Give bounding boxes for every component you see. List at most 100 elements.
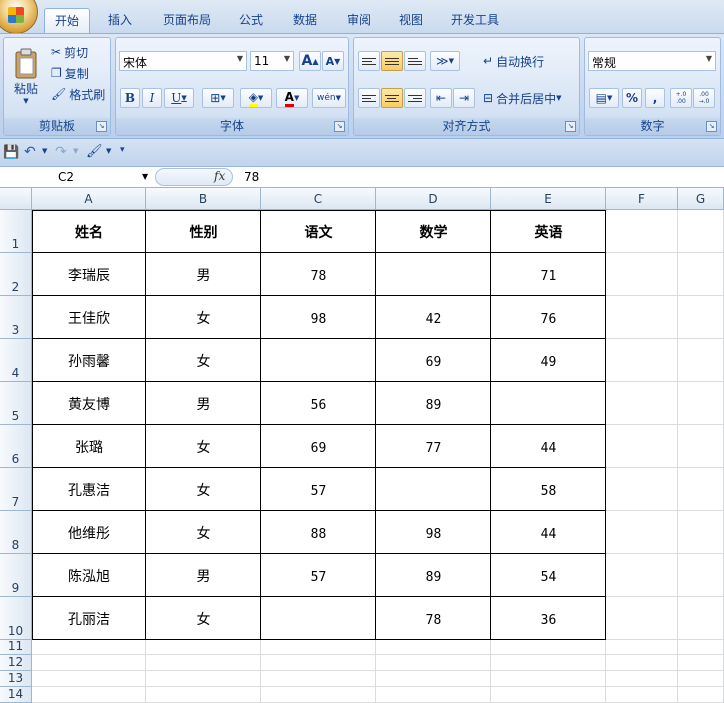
table-cell[interactable]: 44	[491, 511, 606, 554]
underline-button[interactable]: U ▼	[164, 88, 194, 108]
grow-font-button[interactable]: A ▲	[299, 51, 321, 71]
font-color-button[interactable]: A ▼	[276, 88, 308, 108]
tab-page-layout[interactable]: 页面布局	[152, 8, 222, 34]
alignment-launcher-icon[interactable]: ↘	[565, 121, 576, 132]
paste-button[interactable]: 粘贴 ▼	[7, 42, 45, 110]
undo-icon[interactable]: ↶	[24, 144, 36, 160]
column-header[interactable]: B	[146, 188, 261, 210]
table-cell[interactable]	[261, 597, 376, 640]
align-left-button[interactable]	[358, 88, 380, 108]
wrap-text-button[interactable]: ↵ 自动换行	[482, 51, 577, 71]
table-cell[interactable]: 57	[261, 468, 376, 511]
column-header[interactable]: E	[491, 188, 606, 210]
table-cell[interactable]: 女	[146, 597, 261, 640]
insert-function-icon[interactable]: fx	[214, 169, 225, 183]
office-button[interactable]	[0, 0, 38, 34]
bold-button[interactable]: B	[120, 88, 140, 108]
column-header[interactable]: G	[678, 188, 724, 210]
table-cell[interactable]: 88	[261, 511, 376, 554]
align-middle-button[interactable]	[381, 51, 403, 71]
font-launcher-icon[interactable]: ↘	[334, 121, 345, 132]
formula-input[interactable]: 78	[244, 170, 259, 184]
table-header-cell[interactable]: 数学	[376, 210, 491, 253]
row-header[interactable]: 7	[0, 468, 32, 511]
table-cell[interactable]: 36	[491, 597, 606, 640]
table-cell[interactable]: 77	[376, 425, 491, 468]
tab-developer[interactable]: 开发工具	[442, 8, 508, 34]
format-painter-button[interactable]: 🖌 格式刷	[50, 85, 108, 103]
table-cell[interactable]: 张璐	[32, 425, 146, 468]
chevron-down-icon[interactable]: ▼	[142, 172, 148, 181]
format-painter-qat-icon[interactable]: 🖌	[86, 144, 103, 159]
accounting-format-button[interactable]: ▤ ▼	[589, 88, 619, 108]
comma-button[interactable]: ,	[645, 88, 665, 108]
table-header-cell[interactable]: 英语	[491, 210, 606, 253]
table-cell[interactable]	[261, 339, 376, 382]
decrease-decimal-button[interactable]: .00 →.0	[693, 88, 715, 108]
align-bottom-button[interactable]	[404, 51, 426, 71]
table-cell[interactable]	[376, 253, 491, 296]
percent-button[interactable]: %	[622, 88, 642, 108]
column-header[interactable]: A	[32, 188, 146, 210]
copy-button[interactable]: ❐ 复制	[50, 64, 108, 82]
table-header-cell[interactable]: 语文	[261, 210, 376, 253]
save-icon[interactable]: 💾	[3, 145, 19, 160]
table-cell[interactable]: 女	[146, 511, 261, 554]
increase-indent-button[interactable]: ⇥	[453, 88, 475, 108]
row-header[interactable]: 1	[0, 210, 32, 253]
table-cell[interactable]: 李瑞辰	[32, 253, 146, 296]
row-header[interactable]: 11	[0, 639, 32, 655]
table-cell[interactable]: 陈泓旭	[32, 554, 146, 597]
row-header[interactable]: 5	[0, 382, 32, 425]
increase-decimal-button[interactable]: +.0 .00	[670, 88, 692, 108]
redo-dropdown-icon[interactable]: ▼	[73, 147, 78, 155]
table-cell[interactable]: 76	[491, 296, 606, 339]
table-cell[interactable]: 89	[376, 554, 491, 597]
cut-button[interactable]: ✂ 剪切	[50, 43, 108, 61]
table-cell[interactable]: 男	[146, 554, 261, 597]
tab-insert[interactable]: 插入	[96, 8, 144, 34]
row-header[interactable]: 13	[0, 671, 32, 687]
table-cell[interactable]: 56	[261, 382, 376, 425]
table-cell[interactable]: 他维彤	[32, 511, 146, 554]
table-cell[interactable]: 男	[146, 253, 261, 296]
undo-dropdown-icon[interactable]: ▼	[42, 147, 47, 155]
merge-center-button[interactable]: ⊟ 合并后居中 ▼	[482, 88, 577, 108]
table-cell[interactable]: 黄友博	[32, 382, 146, 425]
select-all-corner[interactable]	[0, 188, 32, 210]
align-top-button[interactable]	[358, 51, 380, 71]
tab-formulas[interactable]: 公式	[228, 8, 274, 34]
table-cell[interactable]: 孙雨馨	[32, 339, 146, 382]
decrease-indent-button[interactable]: ⇤	[430, 88, 452, 108]
tab-view[interactable]: 视图	[388, 8, 434, 34]
customize-qat-icon[interactable]: ▾	[120, 145, 125, 155]
table-cell[interactable]: 69	[261, 425, 376, 468]
fill-color-button[interactable]: ◈ ▼	[240, 88, 272, 108]
align-right-button[interactable]	[404, 88, 426, 108]
font-name-select[interactable]: 宋体 ▼	[119, 51, 247, 71]
column-header[interactable]: C	[261, 188, 376, 210]
table-cell[interactable]: 78	[261, 253, 376, 296]
column-header[interactable]: F	[606, 188, 678, 210]
table-cell[interactable]: 女	[146, 425, 261, 468]
table-cell[interactable]	[376, 468, 491, 511]
table-cell[interactable]: 89	[376, 382, 491, 425]
italic-button[interactable]: I	[142, 88, 162, 108]
table-cell[interactable]: 69	[376, 339, 491, 382]
number-launcher-icon[interactable]: ↘	[706, 121, 717, 132]
phonetic-button[interactable]: wén ▼	[312, 88, 346, 108]
table-cell[interactable]: 54	[491, 554, 606, 597]
tab-home[interactable]: 开始	[44, 8, 90, 34]
table-cell[interactable]: 98	[376, 511, 491, 554]
table-cell[interactable]: 42	[376, 296, 491, 339]
row-header[interactable]: 14	[0, 687, 32, 703]
table-cell[interactable]: 孔丽洁	[32, 597, 146, 640]
row-header[interactable]: 4	[0, 339, 32, 382]
row-header[interactable]: 10	[0, 597, 32, 640]
table-cell[interactable]: 孔惠洁	[32, 468, 146, 511]
row-header[interactable]: 3	[0, 296, 32, 339]
table-header-cell[interactable]: 性别	[146, 210, 261, 253]
table-cell[interactable]: 男	[146, 382, 261, 425]
clipboard-launcher-icon[interactable]: ↘	[96, 121, 107, 132]
table-header-cell[interactable]: 姓名	[32, 210, 146, 253]
